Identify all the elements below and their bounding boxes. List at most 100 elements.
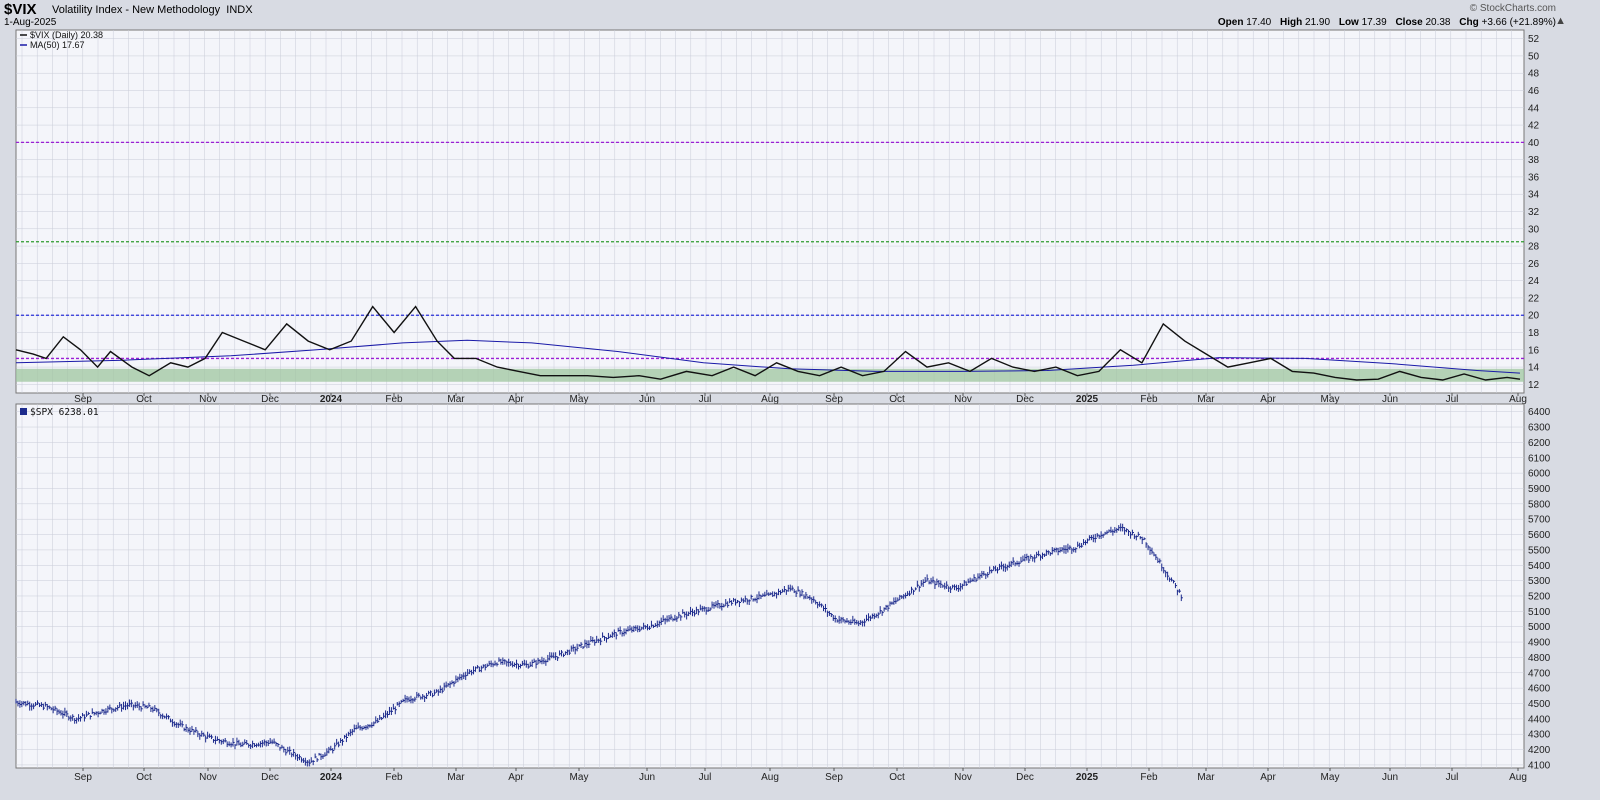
spx-y-tick: 4300: [1528, 730, 1551, 741]
spx-y-tick: 5800: [1528, 499, 1551, 510]
bottom-x-tick: Apr: [1260, 772, 1276, 783]
bottom-x-tick: 2025: [1076, 772, 1099, 783]
bottom-x-tick: Jul: [699, 772, 712, 783]
vix-x-tick: Dec: [261, 394, 279, 405]
bottom-x-tick: Oct: [136, 772, 152, 783]
bottom-x-tick: Nov: [199, 772, 217, 783]
vix-x-tick: 2025: [1076, 394, 1099, 405]
spx-y-tick: 4100: [1528, 760, 1551, 771]
spx-y-tick: 4900: [1528, 638, 1551, 649]
vix-x-tick: Nov: [954, 394, 972, 405]
spx-y-tick: 6300: [1528, 423, 1551, 434]
vix-x-tick: Feb: [385, 394, 403, 405]
spx-y-tick: 4200: [1528, 745, 1551, 756]
vix-x-tick: Feb: [1140, 394, 1158, 405]
spx-y-tick: 4600: [1528, 684, 1551, 695]
spx-y-tick: 5700: [1528, 515, 1551, 526]
vix-y-tick: 44: [1528, 103, 1540, 114]
vix-x-tick: Nov: [199, 394, 217, 405]
vix-support-zone: [16, 368, 1524, 382]
vix-x-tick: May: [570, 394, 589, 405]
vix-y-tick: 18: [1528, 328, 1540, 339]
spx-y-tick: 4800: [1528, 653, 1551, 664]
vix-y-tick: 20: [1528, 311, 1540, 322]
vix-x-tick: Sep: [825, 394, 843, 405]
vix-y-tick: 40: [1528, 138, 1540, 149]
spx-y-tick: 5500: [1528, 545, 1551, 556]
bottom-x-tick: Feb: [1140, 772, 1158, 783]
vix-y-tick: 52: [1528, 34, 1540, 45]
spx-y-tick: 5300: [1528, 576, 1551, 587]
bottom-x-tick: Apr: [508, 772, 524, 783]
spx-y-tick: 6200: [1528, 438, 1551, 449]
vix-legend-label: $VIX (Daily) 20.38: [30, 30, 103, 40]
vix-y-tick: 22: [1528, 293, 1540, 304]
bottom-x-tick: 2024: [320, 772, 343, 783]
spx-y-tick: 4500: [1528, 699, 1551, 710]
bottom-x-tick: May: [570, 772, 589, 783]
spx-y-tick: 4400: [1528, 714, 1551, 725]
spx-panel: 4100 4200 4300 4400 4500 4600 4700 4800 4900 5000…: [15, 403, 1551, 771]
vix-x-tick: 2024: [320, 394, 343, 405]
vix-x-tick: Mar: [1197, 394, 1215, 405]
vix-y-tick: 42: [1528, 121, 1540, 132]
spx-y-tick: 6000: [1528, 469, 1551, 480]
vix-y-tick: 26: [1528, 259, 1540, 270]
bottom-x-tick: Dec: [261, 772, 279, 783]
vix-x-axis: Sep Oct Nov Dec 2024 Feb Mar Apr May Jun Jul Aug Sep…: [74, 393, 1527, 405]
spx-y-tick: 5000: [1528, 622, 1551, 633]
spx-legend-swatch: [20, 408, 27, 415]
bottom-x-tick: Sep: [825, 772, 843, 783]
vix-x-tick: Aug: [761, 394, 779, 405]
spx-y-tick: 5100: [1528, 607, 1551, 618]
vix-y-tick: 28: [1528, 242, 1540, 253]
bottom-x-tick: Mar: [447, 772, 465, 783]
spx-y-tick: 5400: [1528, 561, 1551, 572]
spx-y-tick: 5600: [1528, 530, 1551, 541]
vix-y-tick: 36: [1528, 172, 1540, 183]
vix-x-tick: Jun: [639, 394, 655, 405]
bottom-x-tick: Mar: [1197, 772, 1215, 783]
vix-y-tick: 16: [1528, 345, 1540, 356]
bottom-x-tick: Feb: [385, 772, 403, 783]
vix-y-tick: 24: [1528, 276, 1540, 287]
vix-y-tick: 32: [1528, 207, 1540, 218]
vix-x-tick: Oct: [136, 394, 152, 405]
bottom-x-axis: Sep Oct Nov Dec 2024 Feb Mar Apr May Jun Jul Aug Sep…: [74, 768, 1527, 783]
vix-y-tick: 50: [1528, 51, 1540, 62]
spx-y-tick: 6400: [1528, 407, 1551, 418]
vix-x-tick: Apr: [1260, 394, 1276, 405]
ma-legend-label: MA(50) 17.67: [30, 40, 85, 50]
spx-y-tick: 4700: [1528, 668, 1551, 679]
bottom-x-tick: Nov: [954, 772, 972, 783]
spx-y-tick: 5200: [1528, 591, 1551, 602]
vix-y-tick: 34: [1528, 190, 1540, 201]
spx-y-tick: 6100: [1528, 453, 1551, 464]
bottom-x-tick: Jun: [639, 772, 655, 783]
stock-chart: 12 14 16 18 20 22 24 26 28 30 32 34 36 38 40 42 44 46 48 50…: [15, 29, 1551, 783]
vix-panel: 12 14 16 18 20 22 24 26 28 30 32 34 36 38 40 42 44 46 48 50…: [15, 29, 1540, 394]
vix-x-tick: Mar: [447, 394, 465, 405]
vix-x-tick: Aug: [1509, 394, 1527, 405]
vix-x-tick: Jul: [699, 394, 712, 405]
bottom-x-tick: Jun: [1382, 772, 1398, 783]
vix-y-tick: 48: [1528, 69, 1540, 80]
vix-x-tick: Oct: [889, 394, 905, 405]
vix-x-tick: Sep: [74, 394, 92, 405]
spx-legend-label: $SPX 6238.01: [30, 407, 99, 418]
vix-x-tick: Dec: [1016, 394, 1034, 405]
vix-y-tick: 12: [1528, 380, 1540, 391]
bottom-x-tick: May: [1321, 772, 1340, 783]
vix-x-tick: Jun: [1382, 394, 1398, 405]
vix-x-tick: May: [1321, 394, 1340, 405]
bottom-x-tick: Oct: [889, 772, 905, 783]
vix-y-tick: 46: [1528, 86, 1540, 97]
bottom-x-tick: Aug: [1509, 772, 1527, 783]
vix-y-tick: 14: [1528, 363, 1540, 374]
vix-y-tick: 30: [1528, 224, 1540, 235]
bottom-x-tick: Sep: [74, 772, 92, 783]
vix-x-tick: Apr: [508, 394, 524, 405]
vix-y-tick: 38: [1528, 155, 1540, 166]
bottom-x-tick: Dec: [1016, 772, 1034, 783]
spx-plot-area: [15, 403, 1525, 769]
